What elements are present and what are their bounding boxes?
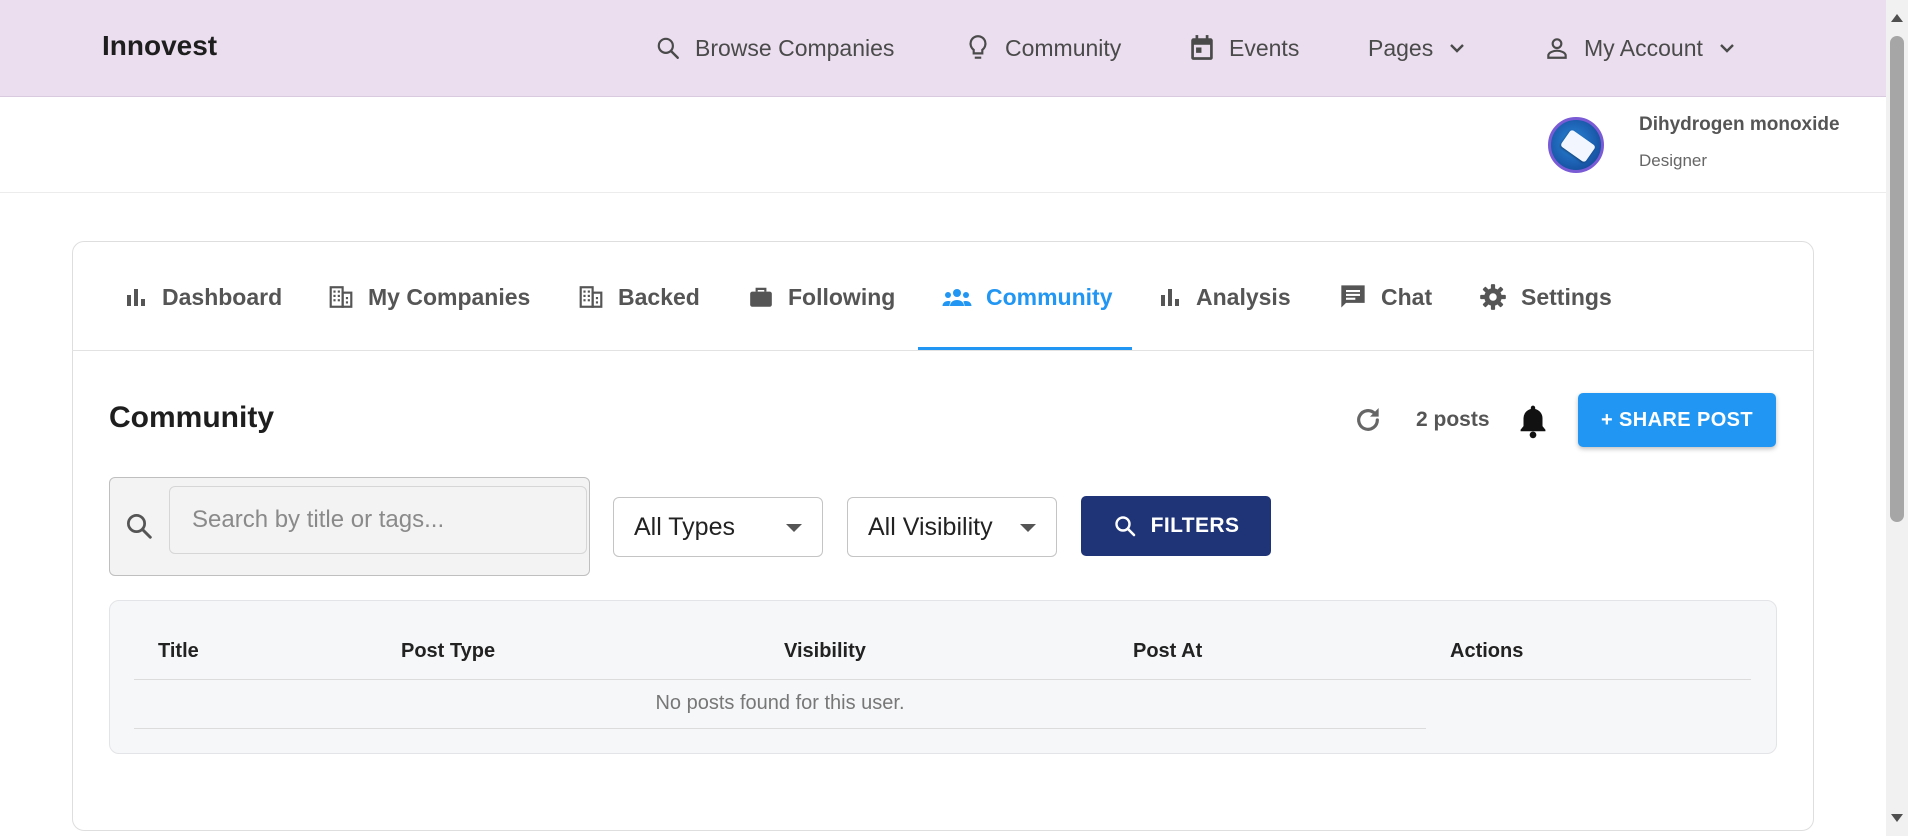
- section-title: Community: [109, 401, 274, 434]
- nav-label: My Account: [1584, 34, 1703, 61]
- building-icon: [579, 286, 603, 308]
- tab-community[interactable]: Community: [942, 280, 1113, 314]
- tab-label: Analysis: [1196, 283, 1291, 310]
- filters-button[interactable]: FILTERS: [1081, 496, 1271, 556]
- column-header-title: Title: [158, 640, 199, 662]
- chevron-down-icon: [1720, 44, 1734, 53]
- tab-label: Settings: [1521, 283, 1612, 310]
- chevron-down-icon: [1450, 44, 1465, 53]
- column-header-visibility: Visibility: [784, 640, 866, 662]
- tab-analysis[interactable]: Analysis: [1158, 280, 1291, 314]
- tab-dashboard[interactable]: Dashboard: [124, 280, 282, 314]
- tab-backed[interactable]: Backed: [578, 280, 700, 314]
- dropdown-caret-icon: [786, 524, 802, 532]
- tab-label: Chat: [1381, 283, 1433, 310]
- row-divider: [134, 728, 1426, 729]
- nav-community[interactable]: Community: [965, 30, 1121, 66]
- share-post-button[interactable]: + SHARE POST: [1578, 393, 1776, 447]
- calendar-icon: [1191, 35, 1213, 60]
- column-header-post-at: Post At: [1133, 640, 1203, 662]
- nav-browse-companies[interactable]: Browse Companies: [655, 30, 894, 66]
- bar-chart-icon: [127, 289, 145, 306]
- nav-my-account[interactable]: My Account: [1544, 30, 1737, 66]
- tab-chat[interactable]: Chat: [1339, 280, 1432, 314]
- select-value: All Visibility: [868, 512, 993, 541]
- nav-label: Pages: [1368, 34, 1434, 61]
- nav-label: Community: [1005, 34, 1122, 61]
- gear-icon: [1480, 284, 1506, 310]
- post-type-select[interactable]: All Types: [613, 497, 823, 557]
- tab-label: Dashboard: [162, 283, 283, 310]
- search-icon: [127, 514, 152, 539]
- person-icon: [1547, 38, 1567, 59]
- dropdown-caret-icon: [1020, 524, 1036, 532]
- lightbulb-icon: [969, 35, 987, 59]
- user-role: Designer: [1639, 151, 1708, 170]
- posts-table: [109, 600, 1777, 754]
- brand-logo[interactable]: Innovest: [102, 30, 217, 62]
- nav-label: Events: [1229, 34, 1300, 61]
- bar-chart-icon: [1161, 289, 1179, 306]
- avatar[interactable]: [1548, 117, 1604, 173]
- user-name: Dihydrogen monoxide: [1639, 114, 1840, 135]
- nav-label: Browse Companies: [695, 34, 895, 61]
- chat-icon: [1341, 285, 1365, 308]
- scroll-down-arrow-icon[interactable]: [1891, 814, 1903, 822]
- visibility-select[interactable]: All Visibility: [847, 497, 1057, 557]
- tab-label: My Companies: [368, 283, 531, 310]
- post-count: 2 posts: [1416, 408, 1490, 431]
- tab-label: Backed: [618, 283, 700, 310]
- page: Innovest Browse Companies Community Even…: [0, 0, 1908, 836]
- search-input[interactable]: [169, 486, 587, 554]
- tab-label: Following: [788, 283, 896, 310]
- building-icon: [329, 286, 353, 308]
- bell-icon[interactable]: [1515, 402, 1551, 440]
- column-header-actions: Actions: [1450, 640, 1524, 662]
- select-value: All Types: [634, 512, 735, 541]
- people-icon: [942, 289, 972, 306]
- scroll-up-arrow-icon[interactable]: [1891, 14, 1903, 22]
- scrollbar-thumb[interactable]: [1890, 36, 1904, 522]
- search-icon: [1114, 516, 1135, 537]
- briefcase-icon: [750, 287, 772, 307]
- empty-state-message: No posts found for this user.: [655, 692, 905, 714]
- refresh-icon[interactable]: [1352, 404, 1384, 436]
- search-icon: [657, 37, 679, 59]
- tab-following[interactable]: Following: [748, 280, 895, 314]
- nav-pages[interactable]: Pages: [1368, 30, 1467, 66]
- active-tab-indicator: [918, 347, 1132, 350]
- tab-label: Community: [986, 283, 1113, 310]
- column-header-post-type: Post Type: [401, 640, 496, 662]
- tab-settings[interactable]: Settings: [1479, 280, 1612, 314]
- nav-events[interactable]: Events: [1189, 30, 1299, 66]
- tab-my-companies[interactable]: My Companies: [328, 280, 530, 314]
- filters-label: FILTERS: [1150, 514, 1240, 537]
- header-divider: [134, 679, 1751, 680]
